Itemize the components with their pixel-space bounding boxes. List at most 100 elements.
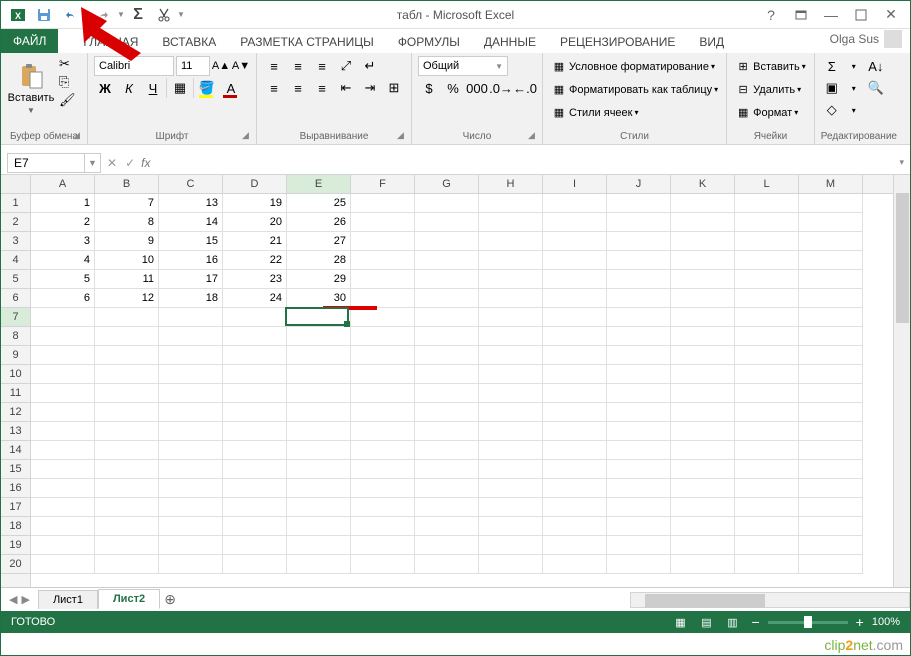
- cell[interactable]: [31, 460, 95, 479]
- cell[interactable]: [799, 213, 863, 232]
- cell[interactable]: [543, 517, 607, 536]
- cell[interactable]: [351, 194, 415, 213]
- cell[interactable]: [287, 536, 351, 555]
- align-bottom-icon[interactable]: ≡: [311, 56, 333, 76]
- cell[interactable]: [159, 555, 223, 574]
- fill-button[interactable]: ▣: [821, 78, 843, 98]
- cell[interactable]: [223, 498, 287, 517]
- cell[interactable]: [223, 384, 287, 403]
- cell[interactable]: [799, 479, 863, 498]
- cell[interactable]: [671, 441, 735, 460]
- zoom-out-icon[interactable]: −: [751, 614, 759, 630]
- cell[interactable]: [735, 289, 799, 308]
- cell[interactable]: [479, 460, 543, 479]
- cell[interactable]: [607, 403, 671, 422]
- cell[interactable]: [159, 517, 223, 536]
- cell[interactable]: [415, 213, 479, 232]
- row-header-20[interactable]: 20: [1, 555, 30, 574]
- row-header-16[interactable]: 16: [1, 479, 30, 498]
- cell[interactable]: [159, 346, 223, 365]
- cell[interactable]: 3: [31, 232, 95, 251]
- close-icon[interactable]: ✕: [876, 3, 906, 27]
- cell[interactable]: 19: [223, 194, 287, 213]
- cell[interactable]: [671, 346, 735, 365]
- cell[interactable]: [479, 270, 543, 289]
- cell[interactable]: [95, 460, 159, 479]
- cell[interactable]: [543, 365, 607, 384]
- tab-data[interactable]: ДАННЫЕ: [472, 31, 548, 53]
- align-top-icon[interactable]: ≡: [263, 56, 285, 76]
- cell[interactable]: [31, 441, 95, 460]
- cell[interactable]: [543, 327, 607, 346]
- cell[interactable]: [735, 194, 799, 213]
- cell[interactable]: [671, 232, 735, 251]
- cell[interactable]: [415, 536, 479, 555]
- cell[interactable]: [351, 460, 415, 479]
- cell[interactable]: [799, 498, 863, 517]
- cell[interactable]: 1: [31, 194, 95, 213]
- cell[interactable]: [799, 308, 863, 327]
- cell[interactable]: 16: [159, 251, 223, 270]
- conditional-formatting-button[interactable]: ▦Условное форматирование▾: [549, 56, 720, 77]
- cell[interactable]: 14: [159, 213, 223, 232]
- cell[interactable]: [799, 251, 863, 270]
- cell[interactable]: [671, 460, 735, 479]
- cell[interactable]: [671, 384, 735, 403]
- cell[interactable]: [95, 346, 159, 365]
- cell[interactable]: [735, 327, 799, 346]
- cell[interactable]: [159, 422, 223, 441]
- cell[interactable]: [799, 422, 863, 441]
- col-header-L[interactable]: L: [735, 175, 799, 193]
- cell[interactable]: [223, 346, 287, 365]
- cell[interactable]: [543, 479, 607, 498]
- sort-filter-button[interactable]: A↓: [865, 56, 887, 76]
- cell[interactable]: [671, 422, 735, 441]
- cell[interactable]: [799, 365, 863, 384]
- cell[interactable]: [799, 232, 863, 251]
- sheet-nav-prev-icon[interactable]: ◀: [9, 593, 17, 606]
- cell[interactable]: [415, 289, 479, 308]
- cell[interactable]: [479, 498, 543, 517]
- cell[interactable]: [351, 365, 415, 384]
- cell[interactable]: [95, 403, 159, 422]
- cell[interactable]: [543, 384, 607, 403]
- cell[interactable]: [735, 270, 799, 289]
- cell[interactable]: [31, 498, 95, 517]
- cell[interactable]: [95, 365, 159, 384]
- increase-decimal-icon[interactable]: .0→: [490, 78, 512, 98]
- cell[interactable]: [607, 479, 671, 498]
- cell[interactable]: [671, 479, 735, 498]
- row-header-1[interactable]: 1: [1, 194, 30, 213]
- zoom-slider[interactable]: [768, 621, 848, 624]
- maximize-icon[interactable]: [846, 3, 876, 27]
- zoom-thumb[interactable]: [804, 616, 812, 628]
- cell[interactable]: [479, 555, 543, 574]
- cell[interactable]: [415, 460, 479, 479]
- cell[interactable]: [607, 441, 671, 460]
- decrease-font-icon[interactable]: A▼: [232, 56, 250, 76]
- cell[interactable]: [351, 270, 415, 289]
- cell[interactable]: [159, 441, 223, 460]
- cell[interactable]: [735, 346, 799, 365]
- col-header-D[interactable]: D: [223, 175, 287, 193]
- cell[interactable]: 2: [31, 213, 95, 232]
- cell[interactable]: [735, 441, 799, 460]
- cell[interactable]: [351, 555, 415, 574]
- normal-view-icon[interactable]: ▦: [669, 613, 691, 631]
- cell[interactable]: [671, 327, 735, 346]
- fx-icon[interactable]: fx: [141, 156, 156, 170]
- cell[interactable]: [543, 213, 607, 232]
- cell[interactable]: [607, 384, 671, 403]
- cell[interactable]: [607, 422, 671, 441]
- cell[interactable]: [95, 327, 159, 346]
- tab-view[interactable]: ВИД: [687, 31, 736, 53]
- cell[interactable]: [671, 403, 735, 422]
- cell[interactable]: [799, 327, 863, 346]
- clipboard-launcher-icon[interactable]: ◢: [73, 130, 85, 142]
- cell[interactable]: 7: [95, 194, 159, 213]
- find-select-button[interactable]: 🔍: [865, 78, 887, 98]
- cell[interactable]: [479, 479, 543, 498]
- cell[interactable]: [735, 479, 799, 498]
- cell[interactable]: [287, 517, 351, 536]
- cell[interactable]: [159, 403, 223, 422]
